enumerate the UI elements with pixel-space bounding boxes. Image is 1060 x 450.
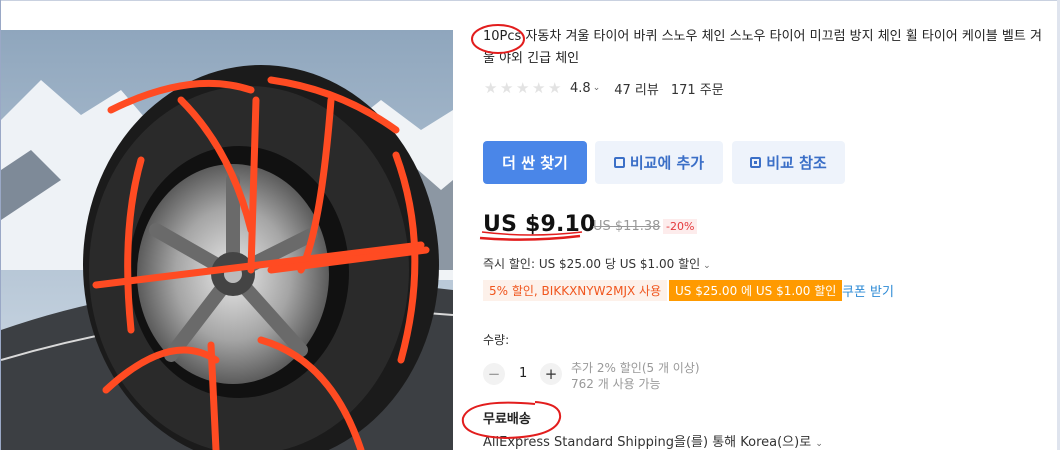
star-icon: ★: [516, 79, 530, 97]
quantity-label: 수량:: [483, 333, 510, 347]
bulk-discount-note: 추가 2% 할인(5 개 이상): [571, 361, 700, 375]
quantity-decrease-button[interactable]: −: [483, 363, 505, 385]
compare-add-icon: [613, 157, 625, 168]
add-compare-label: 비교에 추가: [629, 154, 705, 172]
discount-badge: -20%: [663, 219, 698, 234]
get-coupon-link[interactable]: 쿠폰 받기: [842, 281, 894, 300]
chevron-down-icon: ⌄: [815, 439, 823, 449]
quantity-value[interactable]: 1: [519, 366, 527, 381]
reviews-link[interactable]: 47 리뷰: [614, 79, 659, 98]
find-cheaper-label: 더 싼 찾기: [502, 154, 568, 172]
star-icon: ★: [532, 79, 546, 97]
chevron-down-icon: ⌄: [703, 261, 711, 271]
add-compare-button[interactable]: 비교에 추가: [595, 141, 723, 184]
product-title: 10Pcs 자동차 겨울 타이어 바퀴 스노우 체인 스노우 타이어 미끄럼 방…: [483, 29, 1042, 66]
instant-discount[interactable]: 즉시 할인: US $25.00 당 US $1.00 할인 ⌄: [483, 255, 711, 272]
stock-available: 762 개 사용 가능: [571, 377, 661, 391]
shipping-method-text: AliExpress Standard Shipping을(를) 통해 Kore…: [483, 435, 812, 450]
window-top-border: [0, 0, 1060, 1]
tire-photo: [1, 30, 453, 450]
free-shipping-label: 무료배송: [483, 412, 531, 427]
chevron-down-icon[interactable]: ⌄: [593, 83, 601, 93]
quantity-note: 추가 2% 할인(5 개 이상) 762 개 사용 가능: [571, 360, 700, 392]
shipping-method[interactable]: AliExpress Standard Shipping을(를) 통해 Kore…: [483, 431, 837, 450]
view-compare-button[interactable]: 비교 참조: [732, 141, 845, 184]
rating-row: ★ ★ ★ ★ ★ 4.8 ⌄ 47 리뷰 171 주문: [484, 78, 724, 98]
current-price: US $9.10: [483, 212, 596, 237]
star-icon: ★: [548, 79, 562, 97]
star-rating: ★ ★ ★ ★ ★: [484, 79, 562, 97]
star-icon: ★: [500, 79, 514, 97]
instant-discount-text: 즉시 할인: US $25.00 당 US $1.00 할인: [483, 257, 701, 271]
orders-count: 171 주문: [670, 82, 724, 98]
view-compare-label: 비교 참조: [766, 154, 827, 172]
compare-view-icon: [750, 157, 762, 168]
coupon-threshold-badge[interactable]: US $25.00 에 US $1.00 할인: [669, 280, 843, 301]
original-price: US $11.38: [593, 219, 661, 234]
product-image[interactable]: [1, 30, 453, 450]
coupon-code-badge[interactable]: 5% 할인, BIKKXNYW2MJX 사용: [483, 280, 668, 301]
quantity-increase-button[interactable]: +: [540, 363, 562, 385]
rating-value[interactable]: 4.8: [570, 81, 591, 96]
find-cheaper-button[interactable]: 더 싼 찾기: [483, 141, 587, 184]
star-icon: ★: [484, 79, 498, 97]
